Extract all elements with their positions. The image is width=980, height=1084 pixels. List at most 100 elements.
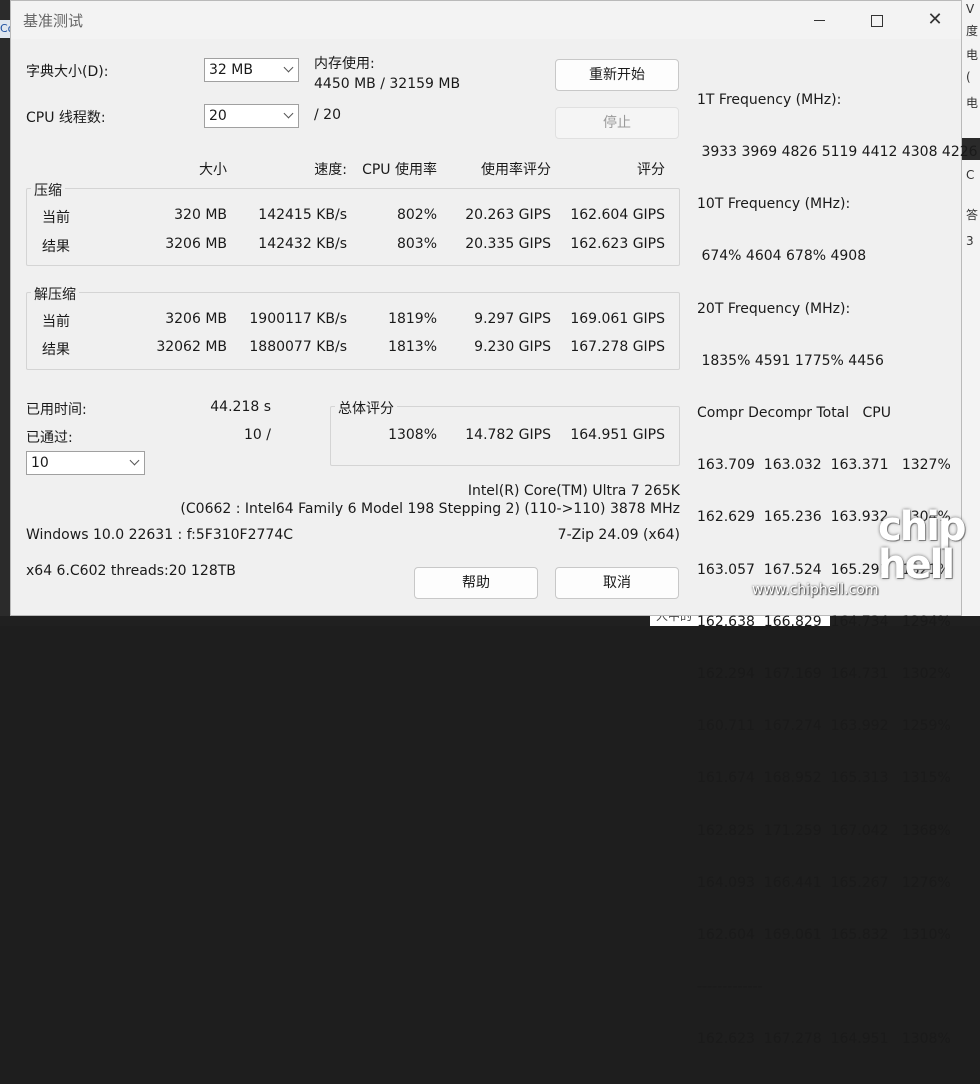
compress-current-size: 320 MB <box>174 207 227 223</box>
background-char: ( <box>966 70 971 84</box>
header-usage-rating: 使用率评分 <box>481 162 551 178</box>
dict-size-label: 字典大小(D): <box>26 64 109 80</box>
chevron-down-icon <box>283 108 294 119</box>
decompress-result-speed: 1880077 KB/s <box>249 339 347 355</box>
maximize-icon <box>871 14 883 27</box>
compress-result-rating: 162.623 GIPS <box>570 236 665 252</box>
background-char: 电 <box>966 96 979 110</box>
log-line: 164.093 166.441 165.267 1276% <box>697 874 951 891</box>
chiphell-watermark: chip hell www.chiphell.com <box>746 504 967 608</box>
minimize-icon <box>813 20 825 21</box>
passes-select-value: 10 <box>31 455 49 471</box>
log-line: 1835% 4591 1775% 4456 <box>697 352 884 369</box>
close-icon: ✕ <box>927 9 943 30</box>
header-speed: 速度: <box>314 162 347 178</box>
background-char: 3 <box>966 234 974 248</box>
header-size: 大小 <box>199 162 227 178</box>
log-line: Compr Decompr Total CPU <box>697 405 891 422</box>
log-line: 163.709 163.032 163.371 1327% <box>697 457 951 474</box>
cpu-threads-select[interactable]: 20 <box>204 104 299 128</box>
passes-select[interactable]: 10 <box>26 451 145 475</box>
background-char: 答 <box>966 208 979 222</box>
stop-button[interactable]: 停止 <box>555 107 679 139</box>
minimize-button[interactable] <box>791 1 847 39</box>
compress-current-cpu: 802% <box>396 207 437 223</box>
title-bar[interactable]: 基准测试 ✕ <box>11 1 961 39</box>
log-line: 10T Frequency (MHz): <box>697 196 851 213</box>
decompress-current-usage-rating: 9.297 GIPS <box>474 311 551 327</box>
cpu-name: Intel(R) Core(TM) Ultra 7 265K <box>467 483 680 499</box>
header-cpu-usage: CPU 使用率 <box>362 162 437 178</box>
log-line: 3933 3969 4826 5119 4412 4308 4226 <box>697 144 978 161</box>
decompress-current-cpu: 1819% <box>388 311 437 327</box>
cancel-button[interactable]: 取消 <box>555 567 679 599</box>
arch-info: x64 6.C602 threads:20 128TB <box>26 563 236 579</box>
memory-usage-value: 4450 MB / 32159 MB <box>314 76 461 92</box>
decompress-result-usage-rating: 9.230 GIPS <box>474 339 551 355</box>
maximize-button[interactable] <box>849 1 905 39</box>
background-char: 电 <box>966 48 979 62</box>
elapsed-time-value: 44.218 s <box>210 399 271 415</box>
log-line: 162.604 169.061 165.832 1310% <box>697 927 951 944</box>
dict-size-select[interactable]: 32 MB <box>204 58 299 82</box>
total-rating: 164.951 GIPS <box>570 427 665 443</box>
decompress-result-label: 结果 <box>42 342 70 358</box>
background-char: V <box>966 2 975 16</box>
total-cpu-usage: 1308% <box>388 427 437 443</box>
log-line: 1T Frequency (MHz): <box>697 91 842 108</box>
total-usage-rating: 14.782 GIPS <box>465 427 551 443</box>
elapsed-time-label: 已用时间: <box>26 402 87 418</box>
cpu-detail: (C0662 : Intel64 Family 6 Model 198 Step… <box>180 501 680 517</box>
cpu-threads-value: 20 <box>209 108 227 124</box>
decompress-current-size: 3206 MB <box>165 311 227 327</box>
restart-button[interactable]: 重新开始 <box>555 59 679 91</box>
compress-group-label: 压缩 <box>31 180 65 200</box>
background-char: C <box>966 168 975 182</box>
compress-current-label: 当前 <box>42 210 70 226</box>
window-title: 基准测试 <box>23 12 84 30</box>
cpu-threads-label: CPU 线程数: <box>26 110 106 126</box>
header-rating: 评分 <box>637 162 665 178</box>
decompress-current-speed: 1900117 KB/s <box>249 311 347 327</box>
decompress-group-label: 解压缩 <box>31 284 79 304</box>
dict-size-value: 32 MB <box>209 62 253 78</box>
log-line: 162.294 167.169 164.731 1302% <box>697 666 951 683</box>
log-line: 162.825 171.259 167.042 1368% <box>697 822 951 839</box>
background-char: 度 <box>966 24 979 38</box>
passes-value: 10 / <box>244 427 271 443</box>
chiphell-url: www.chiphell.com <box>752 582 879 598</box>
log-line: 674% 4604 678% 4908 <box>697 248 867 265</box>
log-line: 161.674 168.952 165.313 1315% <box>697 770 951 787</box>
close-button[interactable]: ✕ <box>907 1 963 39</box>
compress-current-usage-rating: 20.263 GIPS <box>465 207 551 223</box>
log-line: 160.711 167.274 163.992 1259% <box>697 718 951 735</box>
memory-usage-label: 内存使用: <box>314 56 375 72</box>
app-version: 7-Zip 24.09 (x64) <box>557 527 680 543</box>
chevron-down-icon <box>129 455 140 466</box>
decompress-current-rating: 169.061 GIPS <box>570 311 665 327</box>
decompress-current-label: 当前 <box>42 314 70 330</box>
compress-current-rating: 162.604 GIPS <box>570 207 665 223</box>
compress-result-speed: 142432 KB/s <box>258 236 347 252</box>
log-line: ------------- <box>697 979 763 996</box>
compress-result-usage-rating: 20.335 GIPS <box>465 236 551 252</box>
chiphell-logo: chip hell <box>878 504 967 588</box>
chevron-down-icon <box>283 62 294 73</box>
compress-group <box>26 188 680 266</box>
log-line: 162.638 166.829 164.734 1294% <box>697 613 951 630</box>
compress-result-cpu: 803% <box>396 236 437 252</box>
os-info: Windows 10.0 22631 : f:5F310F2774C <box>26 527 294 543</box>
log-line: 162.623 167.278 164.951 1308% <box>697 1031 951 1048</box>
total-score-label: 总体评分 <box>335 398 397 418</box>
decompress-result-rating: 167.278 GIPS <box>570 339 665 355</box>
decompress-result-size: 32062 MB <box>156 339 227 355</box>
help-button[interactable]: 帮助 <box>414 567 538 599</box>
log-line: 20T Frequency (MHz): <box>697 300 851 317</box>
compress-result-size: 3206 MB <box>165 236 227 252</box>
cpu-threads-total: / 20 <box>314 107 341 123</box>
passes-label: 已通过: <box>26 430 73 446</box>
compress-current-speed: 142415 KB/s <box>258 207 347 223</box>
decompress-result-cpu: 1813% <box>388 339 437 355</box>
compress-result-label: 结果 <box>42 239 70 255</box>
decompress-group <box>26 292 680 370</box>
